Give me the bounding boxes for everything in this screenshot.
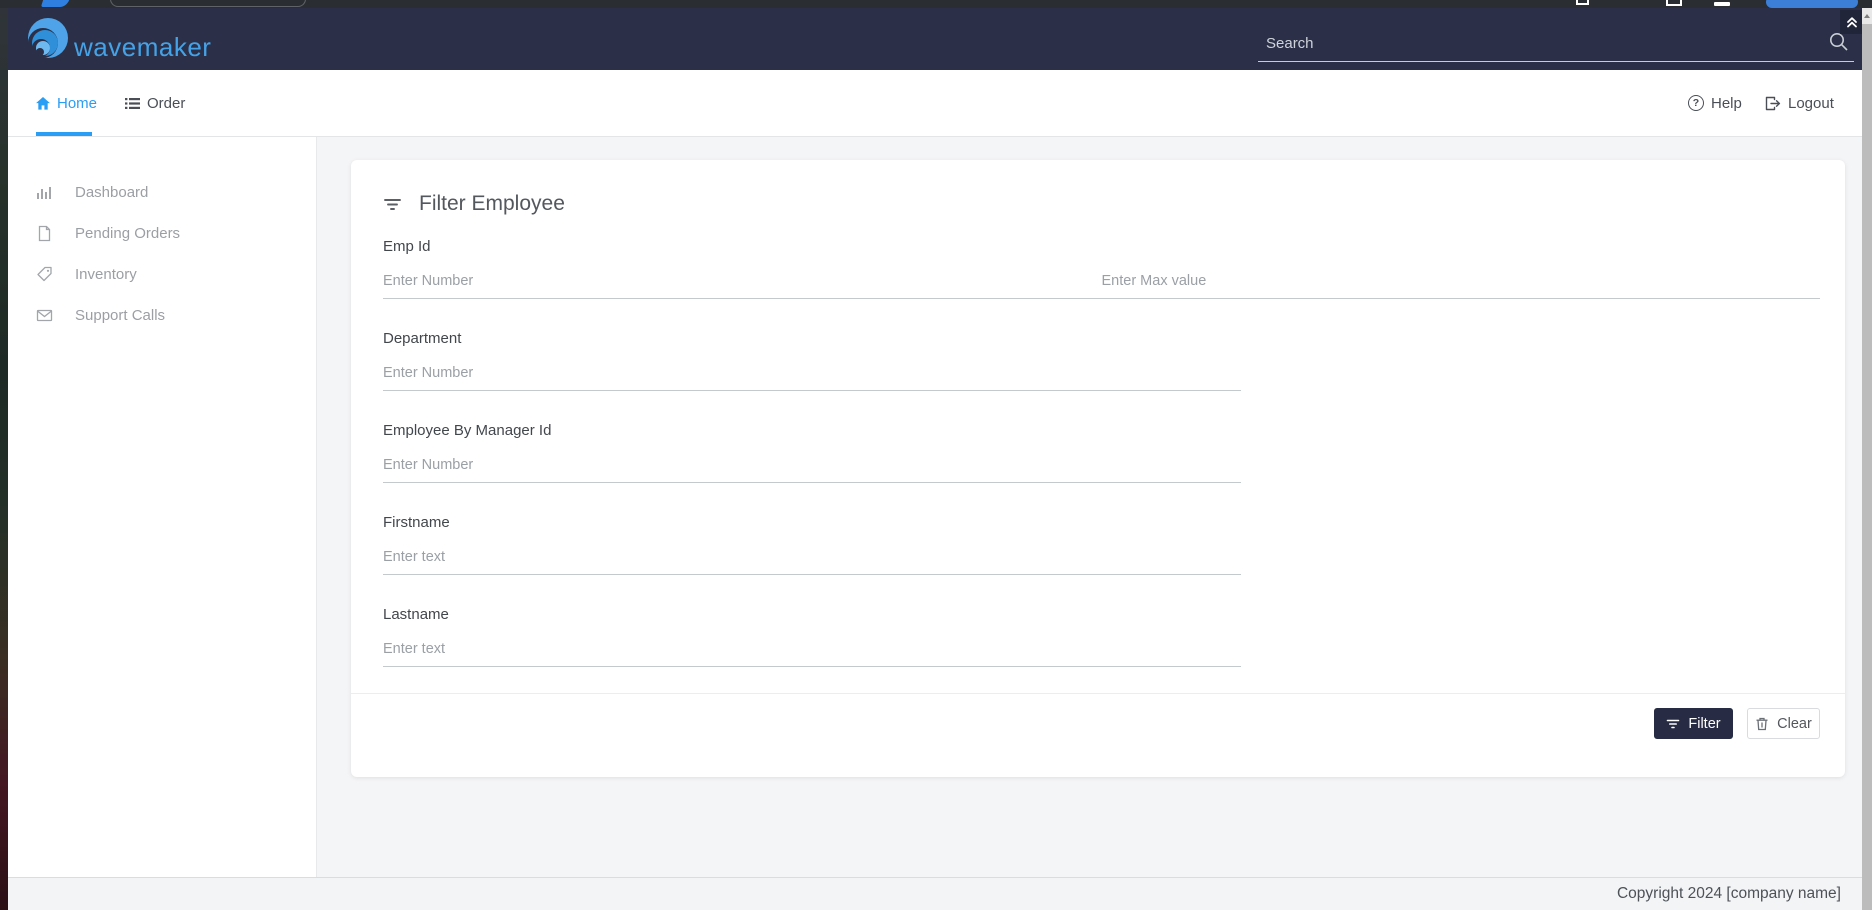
clear-button[interactable]: Clear [1747, 708, 1820, 739]
field-department: Department [383, 329, 1820, 391]
left-sidebar: Dashboard Pending Orders Inventory [8, 137, 317, 877]
firstname-input[interactable] [383, 545, 1241, 575]
field-label: Lastname [383, 605, 1820, 625]
field-label: Department [383, 329, 1820, 349]
lastname-input[interactable] [383, 637, 1241, 667]
tab-home[interactable]: Home [36, 70, 97, 136]
browser-toolbar-icon [1576, 0, 1589, 5]
field-employee-by-manager-id: Employee By Manager Id [383, 421, 1820, 483]
active-tab-indicator [36, 132, 92, 136]
help-icon: ? [1688, 95, 1704, 111]
browser-logo-fragment-icon [41, 0, 69, 7]
help-button[interactable]: ? Help [1688, 70, 1742, 136]
field-firstname: Firstname [383, 513, 1820, 575]
page-footer: Copyright 2024 [company name] [8, 877, 1862, 910]
bar-chart-icon [36, 184, 53, 201]
filter-icon [1666, 717, 1680, 731]
content-area: Dashboard Pending Orders Inventory [8, 137, 1862, 877]
tab-order[interactable]: Order [125, 70, 185, 136]
trash-icon [1755, 717, 1769, 731]
brand-logo-text: wavemaker [74, 33, 211, 61]
tag-icon [36, 266, 53, 283]
main-area: Filter Employee Emp Id Department [318, 137, 1862, 877]
sidebar-item-pending-orders[interactable]: Pending Orders [8, 213, 316, 254]
sidebar-item-label: Pending Orders [75, 225, 180, 242]
emp-id-min-input[interactable] [383, 269, 1102, 299]
sidebar-item-inventory[interactable]: Inventory [8, 254, 316, 295]
app-window: wavemaker Home [0, 0, 1872, 910]
browser-chrome-strip [0, 0, 1872, 8]
tab-order-label: Order [147, 95, 185, 112]
help-label: Help [1711, 95, 1742, 112]
list-icon [125, 97, 140, 110]
wavemaker-logo-icon [24, 15, 72, 63]
global-search [1258, 28, 1854, 62]
brand-logo[interactable]: wavemaker [24, 15, 211, 63]
filter-button[interactable]: Filter [1654, 708, 1733, 739]
tab-home-label: Home [57, 95, 97, 112]
emp-id-max-input[interactable] [1102, 269, 1821, 299]
department-input[interactable] [383, 361, 1241, 391]
search-input[interactable] [1258, 28, 1814, 58]
sidebar-item-label: Support Calls [75, 307, 165, 324]
scrollbar-up-arrow-icon[interactable] [1862, 8, 1872, 24]
browser-window-icon [1666, 0, 1682, 6]
home-icon [36, 97, 50, 110]
browser-minimize-icon [1714, 2, 1730, 6]
browser-tab-outline [110, 0, 306, 7]
field-lastname: Lastname [383, 605, 1820, 667]
filter-employee-card: Filter Employee Emp Id Department [351, 160, 1845, 777]
logout-icon [1765, 96, 1781, 111]
manager-id-input[interactable] [383, 453, 1241, 483]
browser-scrollbar[interactable] [1862, 8, 1872, 910]
card-footer-actions: Filter Clear [383, 694, 1820, 739]
logout-label: Logout [1788, 95, 1834, 112]
sidebar-item-dashboard[interactable]: Dashboard [8, 172, 316, 213]
top-navbar: wavemaker [8, 8, 1862, 70]
double-chevron-up-icon [1845, 15, 1859, 29]
sidebar-item-label: Dashboard [75, 184, 148, 201]
browser-action-button-fragment [1766, 0, 1858, 8]
card-title: Filter Employee [419, 192, 565, 216]
sidebar-item-label: Inventory [75, 266, 137, 283]
filter-button-label: Filter [1688, 716, 1720, 732]
copyright-text: Copyright 2024 [company name] [1617, 885, 1862, 903]
document-icon [36, 225, 53, 242]
field-emp-id: Emp Id [383, 237, 1820, 299]
logout-button[interactable]: Logout [1765, 70, 1834, 136]
scrollbar-thumb[interactable] [1862, 24, 1872, 910]
sidebar-item-support-calls[interactable]: Support Calls [8, 295, 316, 336]
field-label: Firstname [383, 513, 1820, 533]
desktop-wallpaper-sliver [0, 8, 8, 910]
collapse-header-button[interactable] [1840, 10, 1863, 34]
filter-icon [383, 195, 402, 214]
card-header: Filter Employee [383, 190, 1820, 218]
field-label: Employee By Manager Id [383, 421, 1820, 441]
secondary-nav: Home Order ? Help Logout [8, 70, 1862, 137]
search-icon[interactable] [1828, 31, 1850, 53]
clear-button-label: Clear [1777, 716, 1812, 732]
envelope-icon [36, 307, 53, 324]
field-label: Emp Id [383, 237, 1820, 257]
